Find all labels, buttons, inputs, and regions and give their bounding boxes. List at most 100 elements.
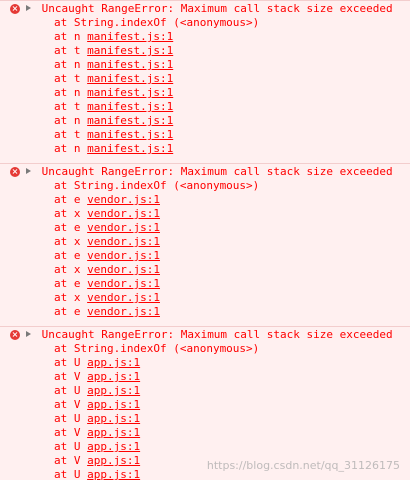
stack-frame: at U app.js:1 bbox=[0, 384, 410, 398]
stack-frame-prefix: at V bbox=[54, 454, 88, 467]
stack-frame: at U app.js:1 bbox=[0, 412, 410, 426]
expand-triangle-icon[interactable] bbox=[26, 5, 31, 11]
source-link[interactable]: app.js:1 bbox=[87, 398, 140, 411]
stack-frame: at U app.js:1 bbox=[0, 356, 410, 370]
source-link[interactable]: vendor.js:1 bbox=[87, 207, 160, 220]
stack-frame-prefix: at n bbox=[54, 142, 88, 155]
error-message: Uncaught RangeError: Maximum call stack … bbox=[41, 328, 393, 341]
source-link[interactable]: app.js:1 bbox=[87, 412, 140, 425]
error-message: Uncaught RangeError: Maximum call stack … bbox=[41, 2, 393, 15]
console-error-entry: × Uncaught RangeError: Maximum call stac… bbox=[0, 0, 410, 164]
entry-spacer bbox=[0, 319, 410, 326]
stack-frame: at V app.js:1 bbox=[0, 370, 410, 384]
stack-frame-prefix: at t bbox=[54, 100, 88, 113]
stack-frame: at n manifest.js:1 bbox=[0, 58, 410, 72]
source-link[interactable]: manifest.js:1 bbox=[87, 142, 173, 155]
error-icon: × bbox=[10, 330, 20, 340]
stack-frame: at V app.js:1 bbox=[0, 398, 410, 412]
source-link[interactable]: vendor.js:1 bbox=[87, 221, 160, 234]
stack-frame-prefix: at U bbox=[54, 440, 88, 453]
stack-frame-prefix: at U bbox=[54, 468, 88, 480]
stack-frame-prefix: at e bbox=[54, 305, 88, 318]
source-link[interactable]: vendor.js:1 bbox=[87, 249, 160, 262]
stack-frame-prefix: at x bbox=[54, 263, 88, 276]
source-link[interactable]: app.js:1 bbox=[87, 440, 140, 453]
stack-frame-text: at String.indexOf (<anonymous>) bbox=[54, 16, 260, 29]
error-icon: × bbox=[10, 4, 20, 14]
error-message-line[interactable]: × Uncaught RangeError: Maximum call stac… bbox=[0, 328, 410, 342]
source-link[interactable]: app.js:1 bbox=[87, 426, 140, 439]
source-link[interactable]: vendor.js:1 bbox=[87, 305, 160, 318]
expand-triangle-icon[interactable] bbox=[26, 168, 31, 174]
source-link[interactable]: manifest.js:1 bbox=[87, 86, 173, 99]
source-link[interactable]: app.js:1 bbox=[87, 384, 140, 397]
stack-frame: at e vendor.js:1 bbox=[0, 221, 410, 235]
stack-frame: at t manifest.js:1 bbox=[0, 72, 410, 86]
source-link[interactable]: manifest.js:1 bbox=[87, 44, 173, 57]
stack-frame: at e vendor.js:1 bbox=[0, 249, 410, 263]
stack-frame-prefix: at n bbox=[54, 86, 88, 99]
entry-spacer bbox=[0, 156, 410, 163]
console-panel: × Uncaught RangeError: Maximum call stac… bbox=[0, 0, 410, 480]
stack-frame-prefix: at t bbox=[54, 44, 88, 57]
stack-frame: at x vendor.js:1 bbox=[0, 235, 410, 249]
stack-frame-prefix: at e bbox=[54, 249, 88, 262]
stack-frame-prefix: at U bbox=[54, 412, 88, 425]
stack-frame-text: at String.indexOf (<anonymous>) bbox=[54, 179, 260, 192]
source-link[interactable]: vendor.js:1 bbox=[87, 263, 160, 276]
source-link[interactable]: manifest.js:1 bbox=[87, 100, 173, 113]
error-message-line[interactable]: × Uncaught RangeError: Maximum call stac… bbox=[0, 2, 410, 16]
source-link[interactable]: vendor.js:1 bbox=[87, 291, 160, 304]
source-link[interactable]: manifest.js:1 bbox=[87, 72, 173, 85]
stack-frame-prefix: at e bbox=[54, 277, 88, 290]
source-link[interactable]: manifest.js:1 bbox=[87, 114, 173, 127]
source-link[interactable]: app.js:1 bbox=[87, 370, 140, 383]
stack-frame-prefix: at n bbox=[54, 58, 88, 71]
stack-frame: at e vendor.js:1 bbox=[0, 305, 410, 319]
source-link[interactable]: manifest.js:1 bbox=[87, 128, 173, 141]
error-message: Uncaught RangeError: Maximum call stack … bbox=[41, 165, 393, 178]
stack-frame: at String.indexOf (<anonymous>) bbox=[0, 342, 410, 356]
stack-frame: at n manifest.js:1 bbox=[0, 114, 410, 128]
stack-frame-prefix: at U bbox=[54, 356, 88, 369]
source-link[interactable]: app.js:1 bbox=[87, 468, 140, 480]
stack-frame: at V app.js:1 bbox=[0, 426, 410, 440]
error-icon: × bbox=[10, 167, 20, 177]
stack-frame-prefix: at V bbox=[54, 426, 88, 439]
stack-frame-prefix: at x bbox=[54, 235, 88, 248]
stack-frame: at x vendor.js:1 bbox=[0, 291, 410, 305]
stack-frame-prefix: at e bbox=[54, 221, 88, 234]
stack-frame: at t manifest.js:1 bbox=[0, 128, 410, 142]
stack-frame-text: at String.indexOf (<anonymous>) bbox=[54, 342, 260, 355]
stack-frame: at n manifest.js:1 bbox=[0, 86, 410, 100]
stack-frame: at t manifest.js:1 bbox=[0, 100, 410, 114]
stack-frame-prefix: at t bbox=[54, 128, 88, 141]
source-link[interactable]: app.js:1 bbox=[87, 454, 140, 467]
source-link[interactable]: vendor.js:1 bbox=[87, 193, 160, 206]
error-message-line[interactable]: × Uncaught RangeError: Maximum call stac… bbox=[0, 165, 410, 179]
console-error-entry: × Uncaught RangeError: Maximum call stac… bbox=[0, 327, 410, 480]
stack-frame-prefix: at x bbox=[54, 291, 88, 304]
source-link[interactable]: vendor.js:1 bbox=[87, 277, 160, 290]
stack-frame: at U app.js:1 bbox=[0, 440, 410, 454]
stack-frame: at n manifest.js:1 bbox=[0, 30, 410, 44]
console-error-entry: × Uncaught RangeError: Maximum call stac… bbox=[0, 164, 410, 327]
stack-frame: at String.indexOf (<anonymous>) bbox=[0, 179, 410, 193]
source-link[interactable]: manifest.js:1 bbox=[87, 30, 173, 43]
source-link[interactable]: vendor.js:1 bbox=[87, 235, 160, 248]
stack-frame: at x vendor.js:1 bbox=[0, 263, 410, 277]
expand-triangle-icon[interactable] bbox=[26, 331, 31, 337]
stack-frame-prefix: at V bbox=[54, 398, 88, 411]
stack-frame: at U app.js:1 bbox=[0, 468, 410, 480]
stack-frame-prefix: at e bbox=[54, 193, 88, 206]
stack-frame-prefix: at n bbox=[54, 30, 88, 43]
source-link[interactable]: manifest.js:1 bbox=[87, 58, 173, 71]
stack-frame: at t manifest.js:1 bbox=[0, 44, 410, 58]
stack-frame: at V app.js:1 bbox=[0, 454, 410, 468]
stack-frame: at e vendor.js:1 bbox=[0, 277, 410, 291]
source-link[interactable]: app.js:1 bbox=[87, 356, 140, 369]
stack-frame: at e vendor.js:1 bbox=[0, 193, 410, 207]
stack-frame: at x vendor.js:1 bbox=[0, 207, 410, 221]
stack-frame-prefix: at V bbox=[54, 370, 88, 383]
stack-frame: at String.indexOf (<anonymous>) bbox=[0, 16, 410, 30]
